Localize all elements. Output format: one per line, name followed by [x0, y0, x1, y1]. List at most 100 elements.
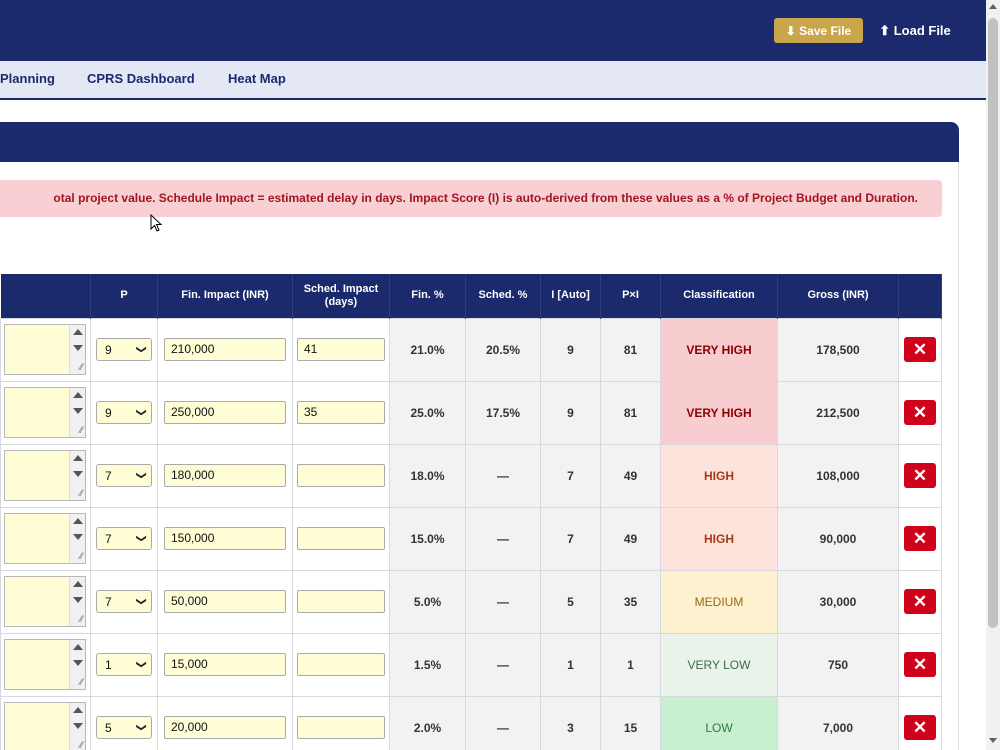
resize-grip-icon[interactable]: ⁄⁄	[80, 362, 83, 372]
sched-impact-cell: 35	[292, 380, 390, 445]
probability-select[interactable]: 9 ❯	[96, 401, 152, 424]
description-textarea[interactable]: ed contract tions of at tween the ⁄⁄	[4, 449, 86, 501]
textarea-scrollbar[interactable]: ⁄⁄	[69, 639, 85, 689]
probability-select[interactable]: 7 ❯	[96, 527, 152, 550]
fin-impact-input[interactable]: 50,000	[164, 590, 286, 613]
fin-impact-input[interactable]: 20,000	[164, 716, 286, 739]
description-textarea[interactable]: eing subject t re is a risk ll be ⁄⁄	[4, 638, 86, 690]
scroll-down-icon[interactable]	[73, 596, 83, 603]
nav-tab-heat-map[interactable]: Heat Map	[228, 61, 286, 98]
probability-select[interactable]: 7 ❯	[96, 464, 152, 487]
textarea-scrollbar[interactable]: ⁄⁄	[69, 513, 85, 563]
sched-impact-input[interactable]: 41	[297, 338, 385, 361]
sched-impact-input[interactable]	[297, 590, 385, 613]
scroll-up-icon[interactable]	[73, 454, 83, 461]
textarea-scrollbar[interactable]: ⁄⁄	[69, 576, 85, 626]
fin-pct-cell: 5.0%	[389, 569, 466, 634]
scroll-down-icon[interactable]	[73, 470, 83, 477]
close-icon: ✕	[912, 402, 928, 422]
sched-impact-cell	[292, 632, 390, 697]
description-textarea[interactable]: ces med in the at the oved budget ⁄⁄	[4, 512, 86, 564]
sched-impact-input[interactable]	[297, 527, 385, 550]
fin-impact-input[interactable]: 250,000	[164, 401, 286, 424]
delete-row-button[interactable]: ✕	[904, 337, 936, 362]
nav-tab-planning[interactable]: Planning	[0, 61, 55, 98]
fin-impact-cell: 50,000	[157, 569, 293, 634]
probability-select[interactable]: 1 ❯	[96, 653, 152, 676]
scroll-up-arrow-icon[interactable]	[989, 4, 997, 9]
delete-row-button[interactable]: ✕	[904, 715, 936, 740]
fin-impact-input[interactable]: 180,000	[164, 464, 286, 487]
sched-impact-input[interactable]: 35	[297, 401, 385, 424]
delete-row-button[interactable]: ✕	[904, 526, 936, 551]
probability-select[interactable]: 9 ❯	[96, 338, 152, 361]
nav-tab-cprs-dashboard[interactable]: CPRS Dashboard	[87, 61, 195, 98]
close-icon: ✕	[912, 528, 928, 548]
scroll-down-icon[interactable]	[73, 344, 83, 351]
save-file-button[interactable]: ⬇ Save File	[774, 18, 863, 43]
description-text: contract rties' isk that l	[5, 579, 67, 626]
sched-pct-cell: —	[465, 506, 541, 571]
pxi-cell: 15	[600, 695, 661, 750]
fin-impact-input[interactable]: 15,000	[164, 653, 286, 676]
table-row: ady to installation k that d or⁄⁄ 9❯ 250,0…	[0, 380, 942, 445]
textarea-scrollbar[interactable]: ⁄⁄	[69, 387, 85, 437]
table-row: ces med in the at the oved budget⁄⁄ 7❯ 150…	[0, 506, 942, 571]
sched-impact-input[interactable]	[297, 464, 385, 487]
delete-row-button[interactable]: ✕	[904, 589, 936, 614]
description-textarea[interactable]: ady to installation k that d or ⁄⁄	[4, 386, 86, 438]
scroll-up-icon[interactable]	[73, 580, 83, 587]
fin-impact-cell: 150,000	[157, 506, 293, 571]
scroll-down-icon[interactable]	[73, 722, 83, 729]
textarea-scrollbar[interactable]: ⁄⁄	[69, 324, 85, 374]
fin-pct-cell: 25.0%	[389, 380, 466, 445]
table-row: scope is a risk d during edule⁄⁄ 9❯ 210,00…	[0, 317, 942, 382]
delete-row-button[interactable]: ✕	[904, 652, 936, 677]
header-gross: Gross (INR)	[777, 274, 899, 318]
delete-row-button[interactable]: ✕	[904, 463, 936, 488]
resize-grip-icon[interactable]: ⁄⁄	[80, 614, 83, 624]
description-textarea[interactable]: scope is a risk d during edule ⁄⁄	[4, 323, 86, 375]
probability-value: 7	[105, 468, 112, 483]
fin-impact-input[interactable]: 150,000	[164, 527, 286, 550]
scroll-up-icon[interactable]	[73, 706, 83, 713]
delete-row-button[interactable]: ✕	[904, 400, 936, 425]
page-scrollbar[interactable]	[986, 0, 1000, 750]
scroll-up-icon[interactable]	[73, 328, 83, 335]
table-header-row: P Fin. Impact (INR) Sched. Impact (days)…	[0, 274, 942, 318]
chevron-down-icon: ❯	[135, 345, 147, 354]
scroll-thumb[interactable]	[988, 18, 998, 628]
resize-grip-icon[interactable]: ⁄⁄	[80, 740, 83, 750]
textarea-scrollbar[interactable]: ⁄⁄	[69, 702, 85, 750]
probability-select[interactable]: 7 ❯	[96, 590, 152, 613]
probability-select[interactable]: 5 ❯	[96, 716, 152, 739]
sched-impact-input[interactable]	[297, 716, 385, 739]
classification-cell: MEDIUM	[660, 569, 778, 634]
textarea-scrollbar[interactable]: ⁄⁄	[69, 450, 85, 500]
probability-value: 1	[105, 657, 112, 672]
resize-grip-icon[interactable]: ⁄⁄	[80, 488, 83, 498]
sched-pct-cell: —	[465, 695, 541, 750]
fin-impact-input[interactable]: 210,000	[164, 338, 286, 361]
scroll-down-icon[interactable]	[73, 533, 83, 540]
resize-grip-icon[interactable]: ⁄⁄	[80, 551, 83, 561]
description-textarea[interactable]: contract rties' isk that l ⁄⁄	[4, 575, 86, 627]
scroll-down-icon[interactable]	[73, 407, 83, 414]
probability-cell: 1 ❯	[90, 632, 158, 697]
scroll-up-icon[interactable]	[73, 391, 83, 398]
description-cell: ady to installation k that d or ⁄⁄	[0, 380, 91, 445]
gross-cell: 7,000	[777, 695, 899, 750]
classification-cell: HIGH	[660, 506, 778, 571]
table-row: ed contract tions of at tween the⁄⁄ 7❯ 180…	[0, 443, 942, 508]
sched-impact-input[interactable]	[297, 653, 385, 676]
scroll-up-icon[interactable]	[73, 643, 83, 650]
impact-score-cell: 7	[540, 506, 601, 571]
resize-grip-icon[interactable]: ⁄⁄	[80, 425, 83, 435]
load-file-button[interactable]: ⬆ Load File	[874, 18, 956, 43]
description-textarea[interactable]: s being ward there n will not ⁄⁄	[4, 701, 86, 750]
scroll-down-arrow-icon[interactable]	[989, 738, 997, 743]
scroll-down-icon[interactable]	[73, 659, 83, 666]
probability-cell: 7 ❯	[90, 443, 158, 508]
resize-grip-icon[interactable]: ⁄⁄	[80, 677, 83, 687]
scroll-up-icon[interactable]	[73, 517, 83, 524]
